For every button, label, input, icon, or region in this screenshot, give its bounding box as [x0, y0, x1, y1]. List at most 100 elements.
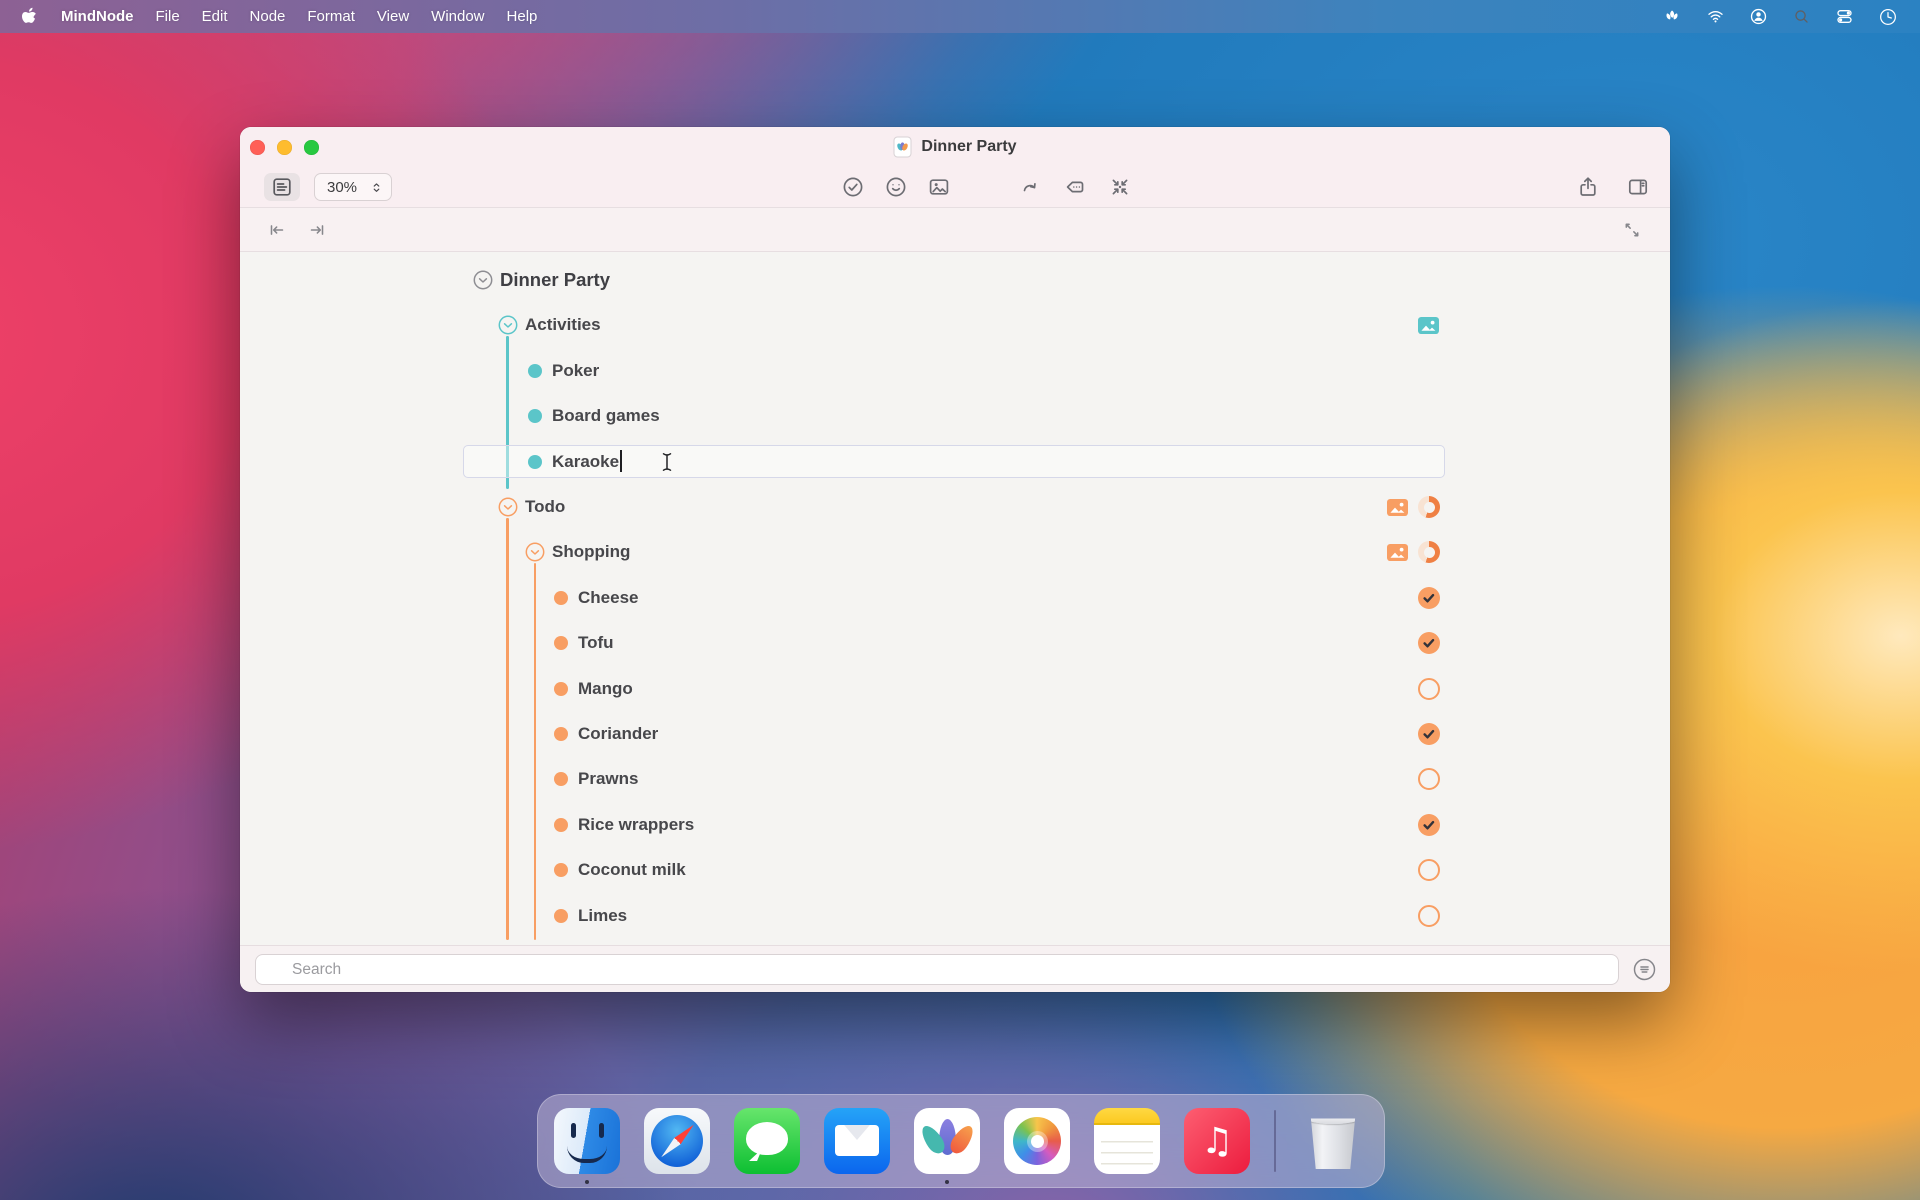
dock-music-icon[interactable] [1184, 1108, 1250, 1174]
dock-photos-icon[interactable] [1004, 1108, 1070, 1174]
collapse-arrows-icon[interactable] [1108, 175, 1132, 199]
dock-messages-icon[interactable] [734, 1108, 800, 1174]
dock-notes-icon[interactable] [1094, 1108, 1160, 1174]
control-center-icon[interactable] [1835, 7, 1854, 26]
task-checkbox[interactable] [1418, 905, 1440, 927]
outline-row-karaoke[interactable]: Karaoke [240, 440, 1670, 484]
toolbar-right [1576, 175, 1650, 199]
outline-row-coriander[interactable]: Coriander [240, 712, 1670, 756]
menu-window[interactable]: Window [431, 8, 484, 25]
node-bullet [554, 636, 568, 650]
task-checkbox[interactable] [1418, 814, 1440, 836]
task-checkbox[interactable] [1418, 768, 1440, 790]
arrow-bar-right-icon[interactable] [305, 218, 329, 242]
menu-help[interactable]: Help [507, 8, 538, 25]
outline-row-cheese[interactable]: Cheese [240, 576, 1670, 620]
outline-row-poker[interactable]: Poker [240, 349, 1670, 393]
disclosure-chevron-icon[interactable] [525, 542, 545, 562]
panel-right-icon[interactable] [1626, 175, 1650, 199]
menu-file[interactable]: File [156, 8, 180, 25]
disclosure-chevron-icon[interactable] [498, 315, 518, 335]
node-bullet [528, 455, 542, 469]
zoom-button[interactable] [304, 140, 319, 155]
image-tool-icon[interactable] [927, 175, 951, 199]
task-circle-icon[interactable] [841, 175, 865, 199]
node-bullet [554, 818, 568, 832]
outline-row-activities[interactable]: Activities [240, 303, 1670, 347]
outline-row-mango[interactable]: Mango [240, 667, 1670, 711]
image-badge-icon [1387, 499, 1408, 516]
disclosure-chevron-icon[interactable] [498, 497, 518, 517]
toolbar: 30% [240, 167, 1670, 207]
expand-diagonal-icon[interactable] [1620, 218, 1644, 242]
menu-bar: MindNode File Edit Node Format View Window Help [0, 0, 1920, 33]
menu-edit[interactable]: Edit [202, 8, 228, 25]
task-checkbox[interactable] [1418, 723, 1440, 745]
outline-row-rice-wrappers[interactable]: Rice wrappers [240, 803, 1670, 847]
node-label: Activities [525, 303, 601, 347]
desktop: MindNode File Edit Node Format View Window Help… [0, 0, 1920, 1200]
node-label: Limes [578, 894, 627, 938]
menu-node[interactable]: Node [250, 8, 286, 25]
menu-mindnode[interactable]: MindNode [61, 8, 134, 25]
apple-menu-icon[interactable] [22, 7, 39, 27]
task-checkbox[interactable] [1418, 587, 1440, 609]
wifi-icon[interactable] [1706, 7, 1725, 26]
disclosure-chevron-icon[interactable] [473, 270, 493, 290]
node-label: Mango [578, 667, 633, 711]
tag-dots-icon[interactable] [1063, 175, 1087, 199]
node-label: Rice wrappers [578, 803, 694, 847]
progress-ring [1418, 541, 1440, 563]
node-bullet [554, 591, 568, 605]
outline-row-limes[interactable]: Limes [240, 894, 1670, 938]
minimize-button[interactable] [277, 140, 292, 155]
task-checkbox[interactable] [1418, 678, 1440, 700]
redo-arrow-icon[interactable] [1018, 175, 1042, 199]
mindnode-window: Dinner Party 30% [240, 127, 1670, 992]
search-input[interactable] [255, 954, 1619, 985]
title-bar[interactable]: Dinner Party [240, 127, 1670, 167]
clock-icon[interactable] [1878, 7, 1898, 27]
close-button[interactable] [250, 140, 265, 155]
image-badge-icon [1387, 544, 1408, 561]
window-title: Dinner Party [921, 138, 1016, 156]
dock-mindnode-icon[interactable] [914, 1108, 980, 1174]
running-indicator [945, 1180, 950, 1185]
toolbar-center-a [841, 175, 951, 199]
menu-format[interactable]: Format [307, 8, 355, 25]
outline-nav-row [240, 208, 1670, 252]
node-label: Poker [552, 349, 599, 393]
dock-trash-icon[interactable] [1300, 1108, 1366, 1174]
smiley-icon[interactable] [884, 175, 908, 199]
share-icon[interactable] [1576, 175, 1600, 199]
arrow-bar-left-icon[interactable] [265, 218, 289, 242]
stepper-chevrons-icon[interactable] [368, 179, 385, 196]
dock-safari-icon[interactable] [644, 1108, 710, 1174]
dock-mail-icon[interactable] [824, 1108, 890, 1174]
user-icon[interactable] [1749, 7, 1768, 26]
outline-row-todo[interactable]: Todo [240, 485, 1670, 529]
search-icon[interactable] [1792, 7, 1811, 26]
progress-ring [1418, 496, 1440, 518]
task-checkbox[interactable] [1418, 632, 1440, 654]
node-label: Shopping [552, 530, 630, 574]
mindnode-leaf-icon[interactable] [1662, 7, 1682, 27]
menu-view[interactable]: View [377, 8, 409, 25]
zoom-level: 30% [327, 179, 357, 196]
node-bullet [554, 727, 568, 741]
outline-row-dinner-party[interactable]: Dinner Party [240, 258, 1670, 302]
outline-row-tofu[interactable]: Tofu [240, 621, 1670, 665]
node-bullet [554, 863, 568, 877]
filter-button[interactable] [1632, 957, 1657, 982]
zoom-stepper[interactable]: 30% [314, 173, 392, 201]
outline-row-prawns[interactable]: Prawns [240, 757, 1670, 801]
task-checkbox[interactable] [1418, 859, 1440, 881]
dock-finder-icon[interactable] [554, 1108, 620, 1174]
outline-row-board-games[interactable]: Board games [240, 394, 1670, 438]
outline-row-coconut-milk[interactable]: Coconut milk [240, 848, 1670, 892]
outline-row-shopping[interactable]: Shopping [240, 530, 1670, 574]
toolbar-center-b [1018, 175, 1132, 199]
nav-right-icons [1620, 218, 1644, 242]
outline-view-button[interactable] [264, 173, 300, 201]
node-label: Coriander [578, 712, 658, 756]
